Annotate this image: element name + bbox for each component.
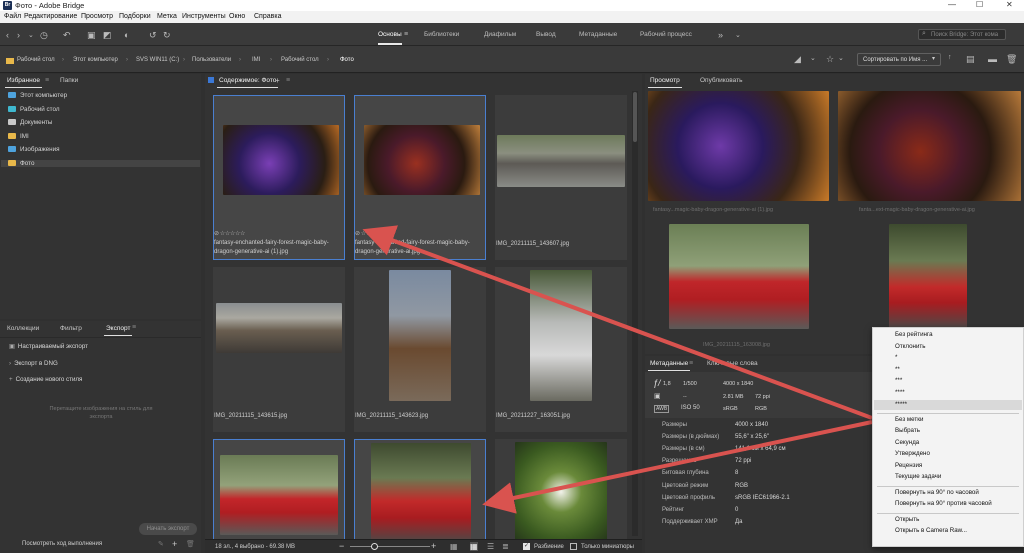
menu-item-rating[interactable]: ** bbox=[895, 366, 900, 373]
menu-item-label[interactable]: Утверждено bbox=[895, 450, 930, 457]
menu-item-rotate[interactable]: Повернуть на 90° по часовой bbox=[895, 489, 979, 496]
menu-item-rating[interactable]: *** bbox=[895, 377, 902, 384]
menu-item-label[interactable]: Секунда bbox=[895, 439, 919, 446]
menu-item-open[interactable]: Открыть в Camera Raw... bbox=[895, 527, 967, 534]
menu-item-rotate[interactable]: Повернуть на 90° против часовой bbox=[895, 500, 992, 507]
menu-separator bbox=[877, 485, 1019, 487]
menu-item-rating[interactable]: Без рейтинга bbox=[895, 331, 933, 338]
menu-item-label[interactable]: Рецензия bbox=[895, 462, 922, 469]
menu-item-rating[interactable]: Отклонить bbox=[895, 343, 925, 350]
annotation-arrow bbox=[362, 225, 873, 420]
annotation-arrow bbox=[482, 420, 873, 514]
menu-item-label[interactable]: Без метки bbox=[895, 416, 923, 423]
annotation-arrows bbox=[362, 225, 873, 514]
menu-item-rating[interactable]: **** bbox=[895, 389, 905, 396]
menu-separator bbox=[877, 512, 1019, 514]
menu-item-rating[interactable]: ***** bbox=[874, 400, 1022, 410]
menu-item-label[interactable]: Выбрать bbox=[895, 427, 920, 434]
menu-item-rating[interactable]: * bbox=[895, 354, 897, 361]
menu-separator bbox=[877, 412, 1019, 414]
menu-item-open[interactable]: Открыть bbox=[895, 516, 919, 523]
menu-item-label[interactable]: Текущие задачи bbox=[895, 473, 941, 480]
context-menu: Без рейтинга Отклонить * ** *** **** ***** Без … bbox=[872, 327, 1024, 547]
